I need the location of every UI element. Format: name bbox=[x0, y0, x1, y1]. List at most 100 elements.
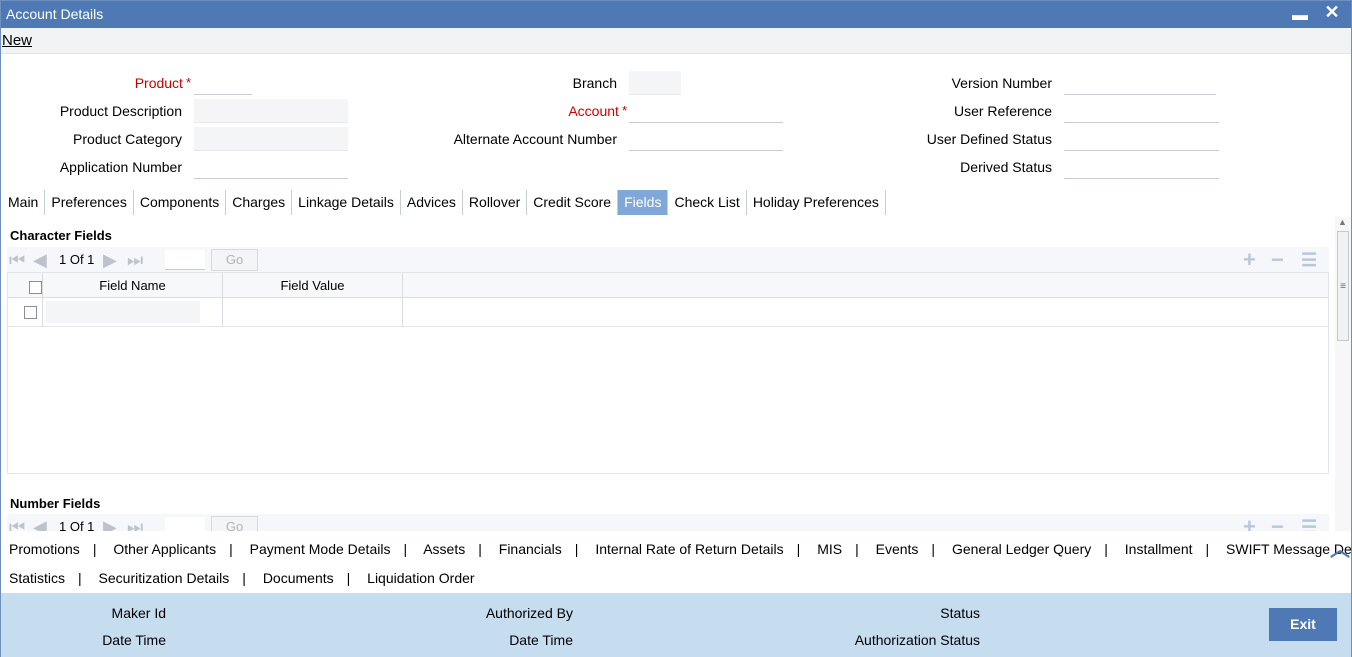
tab-rollover[interactable]: Rollover bbox=[463, 190, 528, 215]
exit-button[interactable]: Exit bbox=[1269, 608, 1337, 641]
link-documents[interactable]: Documents bbox=[263, 570, 334, 586]
branch-label: Branch bbox=[572, 75, 617, 91]
page-indicator: 1 Of 1 bbox=[59, 519, 95, 531]
link-mis[interactable]: MIS bbox=[817, 541, 842, 557]
link-general-ledger-query[interactable]: General Ledger Query bbox=[952, 541, 1091, 557]
user-defined-status-field[interactable] bbox=[1064, 127, 1219, 151]
fields-tab-content: Character Fields ⏮ ◀ 1 Of 1 ▶ ⏭ Go + − ☰… bbox=[2, 217, 1335, 531]
account-field[interactable] bbox=[629, 99, 783, 123]
tab-check-list[interactable]: Check List bbox=[668, 190, 747, 215]
link-other-applicants[interactable]: Other Applicants bbox=[113, 541, 216, 557]
link-securitization-details[interactable]: Securitization Details bbox=[99, 570, 230, 586]
subsystem-links: Promotions | Other Applicants | Payment Mo… bbox=[1, 533, 1352, 593]
field-name-header: Field Name bbox=[43, 273, 223, 298]
first-page-icon[interactable]: ⏮ bbox=[9, 514, 25, 531]
tab-fields[interactable]: Fields bbox=[618, 190, 669, 215]
link-payment-mode-details[interactable]: Payment Mode Details bbox=[250, 541, 391, 557]
field-name-input bbox=[46, 301, 200, 323]
tab-components[interactable]: Components bbox=[134, 190, 227, 215]
tab-linkage-details[interactable]: Linkage Details bbox=[292, 190, 401, 215]
number-fields-title: Number Fields bbox=[10, 496, 101, 511]
application-number-field[interactable] bbox=[194, 155, 348, 179]
tab-holiday-preferences[interactable]: Holiday Preferences bbox=[747, 190, 886, 215]
product-field[interactable] bbox=[194, 71, 252, 95]
product-label: Product * bbox=[134, 75, 191, 91]
user-reference-field[interactable] bbox=[1064, 99, 1219, 123]
branch-field bbox=[629, 71, 681, 95]
row-checkbox[interactable] bbox=[24, 306, 37, 319]
field-value-header: Field Value bbox=[223, 273, 403, 298]
link-liquidation-order[interactable]: Liquidation Order bbox=[367, 570, 474, 586]
tab-advices[interactable]: Advices bbox=[401, 190, 463, 215]
link-statistics[interactable]: Statistics bbox=[9, 570, 65, 586]
select-all-cell bbox=[8, 273, 43, 298]
authorization-status-label: Authorization Status bbox=[854, 632, 980, 648]
version-number-field[interactable] bbox=[1064, 71, 1216, 95]
last-page-icon[interactable]: ⏭ bbox=[127, 514, 143, 531]
version-number-label: Version Number bbox=[951, 75, 1052, 91]
character-fields-toolbar: ⏮ ◀ 1 Of 1 ▶ ⏭ Go + − ☰ bbox=[7, 247, 1329, 273]
tab-charges[interactable]: Charges bbox=[226, 190, 293, 215]
authorized-by-label: Authorized By bbox=[485, 605, 573, 621]
product-description-field bbox=[194, 99, 348, 123]
scrollbar-thumb[interactable]: ≡ bbox=[1337, 231, 1349, 341]
delete-row-icon[interactable]: − bbox=[1271, 514, 1284, 531]
link-promotions[interactable]: Promotions bbox=[9, 541, 80, 557]
alternate-account-number-field[interactable] bbox=[629, 127, 783, 151]
derived-status-label: Derived Status bbox=[960, 159, 1052, 175]
next-page-icon[interactable]: ▶ bbox=[103, 247, 117, 273]
previous-page-icon[interactable]: ◀ bbox=[33, 514, 47, 531]
status-label: Status bbox=[940, 605, 980, 621]
derived-status-field[interactable] bbox=[1064, 155, 1219, 179]
alternate-account-number-label: Alternate Account Number bbox=[453, 131, 617, 147]
delete-row-icon[interactable]: − bbox=[1271, 247, 1284, 273]
next-page-icon[interactable]: ▶ bbox=[103, 514, 117, 531]
link-installment[interactable]: Installment bbox=[1125, 541, 1193, 557]
page-number-input[interactable] bbox=[165, 250, 205, 270]
add-row-icon[interactable]: + bbox=[1243, 247, 1256, 273]
page-number-input[interactable] bbox=[165, 517, 205, 531]
character-fields-title: Character Fields bbox=[10, 228, 112, 243]
close-icon[interactable]: ✕ bbox=[1321, 1, 1343, 28]
scroll-up-icon[interactable]: ▲ bbox=[1338, 217, 1347, 227]
user-defined-status-label: User Defined Status bbox=[926, 131, 1052, 147]
product-description-label: Product Description bbox=[59, 103, 182, 119]
go-button[interactable]: Go bbox=[211, 249, 258, 271]
tab-preferences[interactable]: Preferences bbox=[45, 190, 134, 215]
account-label: Account * bbox=[568, 103, 627, 119]
field-value-cell[interactable] bbox=[223, 298, 403, 327]
product-category-field bbox=[194, 127, 348, 151]
checker-date-time-label: Date Time bbox=[509, 632, 573, 648]
content-scrollbar[interactable]: ▲ ≡ bbox=[1335, 217, 1351, 531]
last-page-icon[interactable]: ⏭ bbox=[127, 247, 143, 273]
product-category-label: Product Category bbox=[73, 131, 182, 147]
tab-credit-score[interactable]: Credit Score bbox=[527, 190, 619, 215]
collapse-icon[interactable]: ︿ bbox=[1330, 533, 1350, 562]
go-button[interactable]: Go bbox=[211, 516, 258, 531]
character-fields-grid: Field Name Field Value bbox=[7, 272, 1329, 474]
tab-bar: Main Preferences Components Charges Link… bbox=[2, 190, 886, 215]
menu-bar: New bbox=[1, 28, 1351, 54]
view-list-icon[interactable]: ☰ bbox=[1301, 514, 1317, 531]
select-all-checkbox[interactable] bbox=[29, 281, 42, 294]
view-list-icon[interactable]: ☰ bbox=[1301, 247, 1317, 273]
window-title: Account Details bbox=[6, 6, 104, 22]
new-link[interactable]: New bbox=[2, 32, 32, 49]
link-assets[interactable]: Assets bbox=[423, 541, 465, 557]
page-indicator: 1 Of 1 bbox=[59, 252, 95, 267]
user-reference-label: User Reference bbox=[953, 103, 1052, 119]
link-financials[interactable]: Financials bbox=[499, 541, 562, 557]
minimize-icon[interactable]: ▬ bbox=[1289, 1, 1311, 28]
add-row-icon[interactable]: + bbox=[1243, 514, 1256, 531]
link-internal-rate-of-return-details[interactable]: Internal Rate of Return Details bbox=[595, 541, 783, 557]
link-events[interactable]: Events bbox=[876, 541, 919, 557]
audit-footer: Maker Id Date Time Authorized By Date Ti… bbox=[1, 593, 1351, 657]
row-select-cell bbox=[8, 298, 43, 327]
subsystem-links-row-2: Statistics | Securitization Details | Docu… bbox=[9, 570, 475, 586]
title-bar: Account Details ▬ ✕ bbox=[1, 1, 1351, 28]
previous-page-icon[interactable]: ◀ bbox=[33, 247, 47, 273]
subsystem-links-row-1: Promotions | Other Applicants | Payment Mo… bbox=[9, 541, 1352, 557]
first-page-icon[interactable]: ⏮ bbox=[9, 247, 25, 273]
maker-date-time-label: Date Time bbox=[102, 632, 166, 648]
tab-main[interactable]: Main bbox=[2, 190, 46, 215]
